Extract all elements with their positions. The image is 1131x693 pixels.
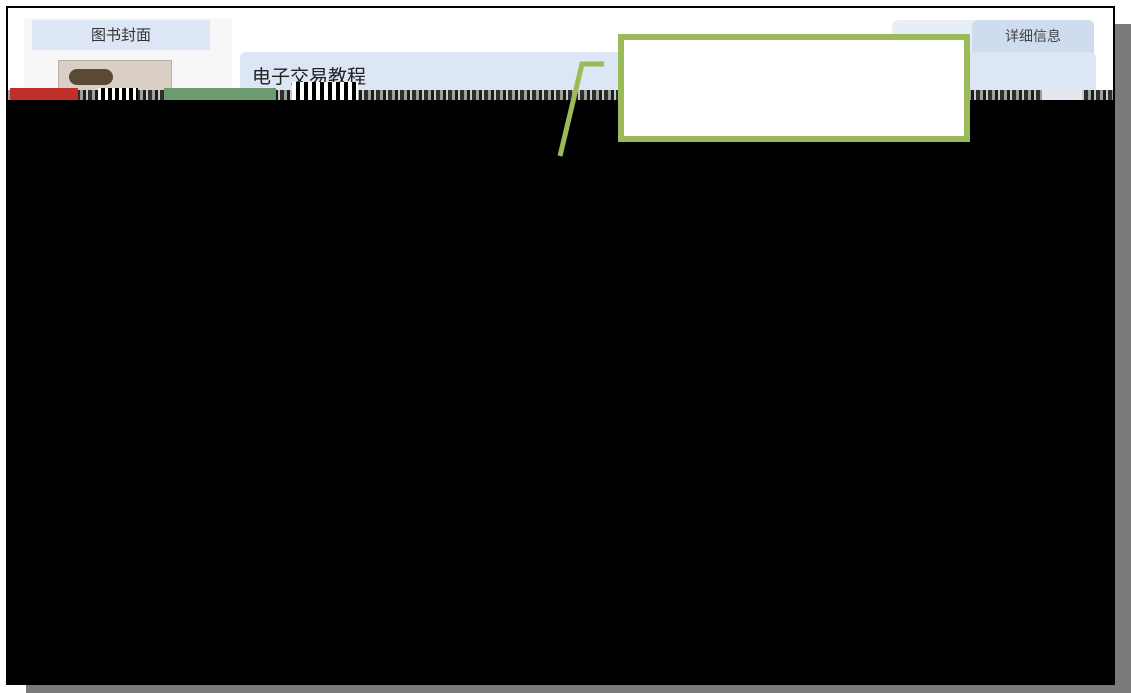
- redacted-area: [8, 100, 1113, 683]
- tab-details[interactable]: 详细信息: [972, 20, 1094, 54]
- cover-header: 图书封面: [32, 20, 210, 50]
- screenshot-frame: 图书封面 详细信息 电子交易教程: [6, 6, 1115, 685]
- publisher-logo-icon: [69, 69, 113, 85]
- callout-box: [618, 34, 970, 142]
